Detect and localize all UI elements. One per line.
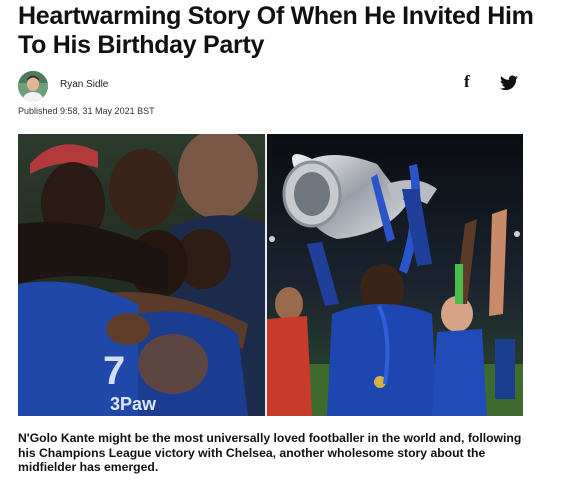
author-name[interactable]: Ryan Sidle xyxy=(60,79,108,90)
publish-timestamp: Published 9:58, 31 May 2021 BST xyxy=(18,106,155,116)
author-avatar[interactable] xyxy=(18,71,48,101)
article-intro: N'Golo Kante might be the most universal… xyxy=(18,431,522,474)
svg-text:3Paw: 3Paw xyxy=(110,394,157,414)
twitter-icon[interactable] xyxy=(500,75,518,91)
facebook-icon[interactable]: f xyxy=(464,72,470,92)
article-headline: Heartwarming Story Of When He Invited Hi… xyxy=(18,2,534,59)
hero-image: 7 3Paw xyxy=(18,134,523,416)
svg-text:7: 7 xyxy=(103,349,125,393)
trophy-celebration-photo xyxy=(267,134,523,416)
players-hug-photo: 7 3Paw xyxy=(18,134,265,416)
